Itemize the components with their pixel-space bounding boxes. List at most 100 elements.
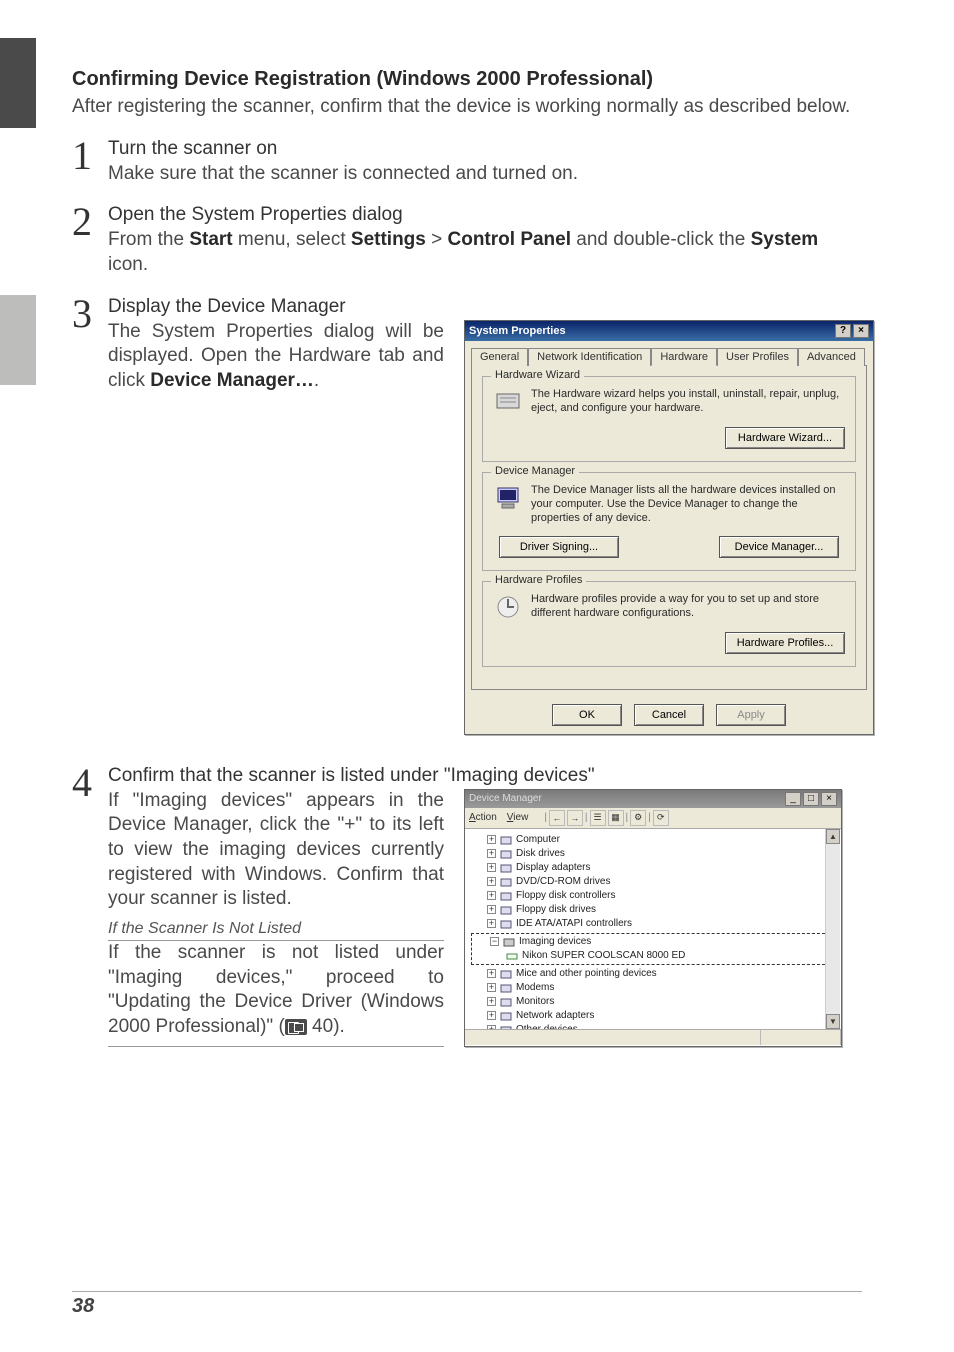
expand-icon[interactable]: + (487, 891, 496, 900)
tree-label: Nikon SUPER COOLSCAN 8000 ED (522, 949, 685, 963)
tree-item[interactable]: +Display adapters (471, 861, 835, 875)
tab-general[interactable]: General (471, 348, 528, 366)
properties-icon[interactable]: ⚙ (630, 810, 646, 826)
tree-item[interactable]: +Monitors (471, 995, 835, 1009)
back-icon[interactable]: ← (549, 810, 565, 826)
titlebar[interactable]: Device Manager _ □ × (465, 790, 841, 808)
expand-icon[interactable]: + (487, 1011, 496, 1020)
device-manager-window: Device Manager _ □ × Action View | ← (464, 789, 842, 1047)
step-1-body: Make sure that the scanner is connected … (108, 162, 862, 187)
tree-item-scanner[interactable]: Nikon SUPER COOLSCAN 8000 ED (474, 949, 832, 963)
status-cell (465, 1030, 761, 1045)
scrollbar[interactable]: ▲ ▼ (825, 829, 840, 1029)
expand-icon[interactable]: + (487, 997, 496, 1006)
expand-icon[interactable]: + (487, 835, 496, 844)
collapse-icon[interactable]: − (490, 937, 499, 946)
tree-label: Other devices (516, 1023, 578, 1029)
step-3-body: The System Properties dialog will be dis… (108, 320, 444, 735)
expand-icon[interactable]: + (487, 969, 496, 978)
tree-item[interactable]: +Computer (471, 833, 835, 847)
tab-network-id[interactable]: Network Identification (528, 348, 651, 366)
tree-item[interactable]: +Modems (471, 981, 835, 995)
tree-item[interactable]: +IDE ATA/ATAPI controllers (471, 917, 835, 931)
step-number: 1 (72, 138, 108, 187)
category-icon (500, 996, 512, 1008)
expand-icon[interactable]: + (487, 905, 496, 914)
tree-item[interactable]: + Other devices (471, 1023, 835, 1029)
step-2-title: Open the System Properties dialog (108, 204, 862, 226)
group-text: The Hardware wizard helps you install, u… (531, 387, 845, 416)
step-4-title: Confirm that the scanner is listed under… (108, 765, 862, 787)
category-icon (500, 918, 512, 930)
expand-icon[interactable]: + (487, 1025, 496, 1029)
text: 40). (307, 1016, 345, 1037)
expand-icon[interactable]: + (487, 863, 496, 872)
close-button[interactable]: × (821, 792, 837, 806)
tree-item[interactable]: +Floppy disk drives (471, 903, 835, 917)
expand-icon[interactable]: + (487, 849, 496, 858)
text: > (426, 229, 448, 250)
hardware-profiles-button[interactable]: Hardware Profiles... (725, 632, 845, 654)
step-1: 1 Turn the scanner on Make sure that the… (72, 138, 862, 187)
help-button[interactable]: ? (835, 324, 851, 338)
text: menu, select (233, 229, 351, 250)
group-text: Hardware profiles provide a way for you … (531, 592, 845, 621)
forward-icon[interactable]: → (567, 810, 583, 826)
category-icon (503, 936, 515, 948)
step-3-title: Display the Device Manager (108, 296, 874, 318)
tree-label: Network adapters (516, 1009, 594, 1023)
hardware-panel: Hardware Wizard The Hardware wizard help… (471, 365, 867, 690)
tree-item-imaging[interactable]: − Imaging devices (474, 935, 832, 949)
tree-item[interactable]: + DVD/CD-ROM drives (471, 875, 835, 889)
section-title: Confirming Device Registration (Windows … (72, 68, 862, 91)
expand-icon[interactable]: + (487, 919, 496, 928)
menu-action[interactable]: Action (469, 812, 497, 823)
text: icon. (108, 254, 148, 275)
cancel-button[interactable]: Cancel (634, 704, 704, 726)
bold-device-manager: Device Manager… (150, 370, 314, 391)
device-manager-button[interactable]: Device Manager... (719, 536, 839, 558)
minimize-button[interactable]: _ (785, 792, 801, 806)
device-icon (506, 950, 518, 962)
close-button[interactable]: × (853, 324, 869, 338)
tree-icon[interactable]: ☰ (590, 810, 606, 826)
step-3: 3 Display the Device Manager The System … (72, 296, 862, 735)
apply-button[interactable]: Apply (716, 704, 786, 726)
category-icon (500, 982, 512, 994)
refresh-icon[interactable]: ⟳ (653, 810, 669, 826)
tree-item[interactable]: +Disk drives (471, 847, 835, 861)
menu-action-label: ction (476, 812, 497, 823)
scroll-down-icon[interactable]: ▼ (826, 1014, 840, 1029)
ok-button[interactable]: OK (552, 704, 622, 726)
titlebar[interactable]: System Properties ? × (465, 321, 873, 341)
status-cell (761, 1030, 841, 1045)
tree-item[interactable]: +Mice and other pointing devices (471, 967, 835, 981)
tree-label: DVD/CD-ROM drives (516, 875, 610, 889)
maximize-button[interactable]: □ (803, 792, 819, 806)
expand-icon[interactable]: + (487, 983, 496, 992)
scroll-up-icon[interactable]: ▲ (826, 829, 840, 844)
device-tree[interactable]: ▲ ▼ +Computer+Disk drives+Display adapte… (465, 829, 841, 1029)
step-4-text: If "Imaging devices" appears in the Devi… (108, 789, 444, 1047)
expand-icon[interactable]: + (487, 877, 496, 886)
tab-advanced[interactable]: Advanced (798, 348, 865, 366)
category-icon (500, 848, 512, 860)
tree-item[interactable]: + Network adapters (471, 1009, 835, 1023)
page-ref-icon (285, 1019, 307, 1035)
tab-hardware[interactable]: Hardware (651, 348, 717, 366)
side-tab-dark (0, 38, 36, 128)
group-legend: Hardware Profiles (491, 574, 586, 586)
menu-view-label: iew (513, 812, 528, 823)
tab-user-profiles[interactable]: User Profiles (717, 348, 798, 366)
list-icon[interactable]: ▦ (608, 810, 624, 826)
bold-start: Start (189, 229, 232, 250)
text: From the (108, 229, 189, 250)
device-manager-group: Device Manager The Device Manager lists … (482, 472, 856, 571)
text: If the scanner is not listed under "Imag… (108, 942, 444, 1037)
step-number: 3 (72, 296, 108, 735)
driver-signing-button[interactable]: Driver Signing... (499, 536, 619, 558)
profiles-icon (493, 592, 523, 622)
menu-view[interactable]: View (507, 812, 529, 823)
tree-item[interactable]: +Floppy disk controllers (471, 889, 835, 903)
hardware-wizard-button[interactable]: Hardware Wizard... (725, 427, 845, 449)
